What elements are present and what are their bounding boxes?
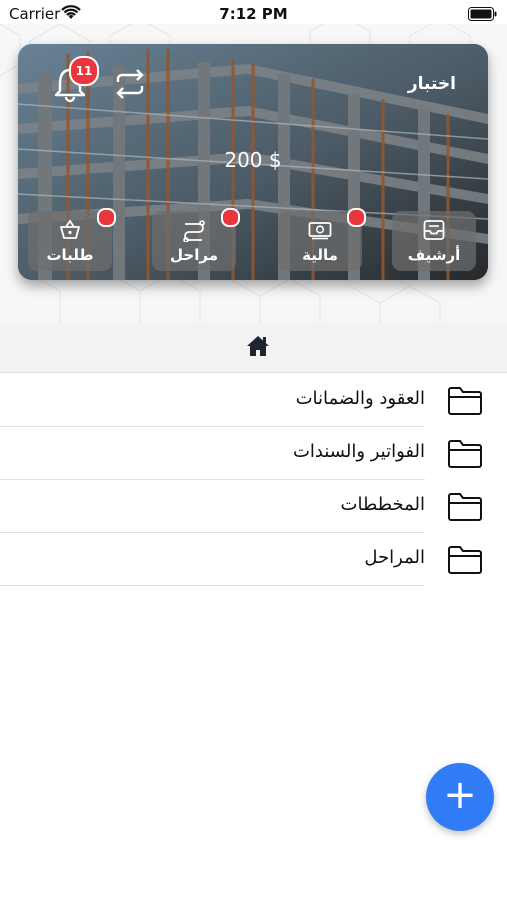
folder-list: العقود والضمانات الفواتير والسندات المخط… bbox=[0, 374, 507, 586]
tile-label: مراحل bbox=[170, 246, 218, 264]
folder-label: المراحل bbox=[364, 547, 425, 568]
tile-alert-dot bbox=[347, 208, 366, 227]
breadcrumb bbox=[0, 322, 507, 373]
list-item[interactable]: الفواتير والسندات bbox=[0, 427, 507, 480]
list-item[interactable]: العقود والضمانات bbox=[0, 374, 507, 427]
notification-badge: 11 bbox=[69, 56, 99, 86]
battery-icon bbox=[468, 7, 497, 21]
card-title: اختبار bbox=[407, 74, 456, 94]
folder-label: الفواتير والسندات bbox=[292, 441, 425, 462]
list-item[interactable]: المراحل bbox=[0, 533, 507, 586]
folder-icon bbox=[448, 387, 482, 415]
archive-tray-icon bbox=[423, 220, 445, 240]
tile-archive[interactable]: أرشيف bbox=[392, 211, 476, 271]
tile-alert-dot bbox=[97, 208, 116, 227]
folder-label: العقود والضمانات bbox=[295, 388, 425, 409]
tile-requests[interactable]: طلبات bbox=[28, 208, 116, 271]
clock: 7:12 PM bbox=[219, 5, 288, 23]
project-card[interactable]: اختبار 11 200 $ طلبات مراحل مالية أرشيف bbox=[18, 44, 488, 280]
plus-icon: + bbox=[443, 772, 477, 818]
tile-stages[interactable]: مراحل bbox=[152, 208, 240, 271]
tile-label: أرشيف bbox=[407, 246, 461, 264]
folder-label: المخططات bbox=[340, 494, 425, 515]
list-item[interactable]: المخططات bbox=[0, 480, 507, 533]
folder-icon bbox=[448, 493, 482, 521]
add-button[interactable]: + bbox=[426, 763, 494, 831]
home-icon[interactable] bbox=[246, 335, 270, 357]
tile-label: مالية bbox=[302, 246, 338, 264]
refresh-icon[interactable] bbox=[110, 64, 150, 104]
stages-route-icon bbox=[183, 220, 205, 242]
balance-amount: 200 $ bbox=[224, 148, 282, 172]
folder-icon bbox=[448, 440, 482, 468]
money-icon bbox=[308, 222, 332, 240]
basket-icon bbox=[60, 219, 80, 239]
tile-finance[interactable]: مالية bbox=[278, 208, 366, 271]
tile-label: طلبات bbox=[46, 246, 94, 264]
tile-alert-dot bbox=[221, 208, 240, 227]
folder-icon bbox=[448, 546, 482, 574]
